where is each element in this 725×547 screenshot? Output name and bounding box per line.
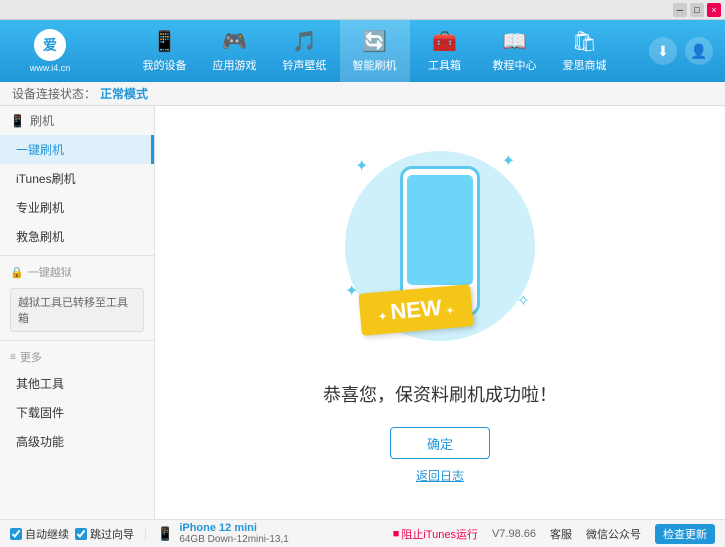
confirm-button[interactable]: 确定	[390, 427, 490, 459]
skip-wizard-label: 跳过向导	[90, 526, 134, 542]
download-fw-label: 下载固件	[16, 406, 64, 420]
nav-toolbox-label: 工具箱	[428, 57, 461, 73]
ringtone-icon: 🎵	[292, 29, 317, 54]
version-text: V7.98.66	[492, 528, 536, 540]
skip-wizard-checkbox-label[interactable]: 跳过向导	[75, 526, 134, 542]
stop-itunes-icon: ■	[393, 528, 400, 540]
stop-itunes-label: 阻止iTunes运行	[401, 526, 478, 542]
more-label: 更多	[20, 349, 42, 365]
advanced-label: 高级功能	[16, 435, 64, 449]
nav-ringtone[interactable]: 🎵 铃声壁纸	[270, 20, 340, 82]
sparkle-3: ✦	[345, 281, 358, 301]
main-layout: 📱 刷机 一键刷机 iTunes刷机 专业刷机 救急刷机 🔒 一键越狱 越狱工具…	[0, 106, 725, 519]
logo-url: www.i4.cn	[30, 63, 71, 73]
device-model: Down-12mini-13,1	[208, 534, 289, 545]
content-area: ✦ ✦ ✦ ✧ NEW 恭喜您，保资料刷机成功啦！ 确定 返回日志	[155, 106, 725, 519]
jailbreak-notice: 越狱工具已转移至工具箱	[10, 288, 144, 332]
download-button[interactable]: ⬇	[649, 37, 677, 65]
tutorial-icon: 📖	[502, 29, 527, 54]
minimize-button[interactable]: ─	[673, 3, 687, 17]
sidebar-item-itunes-flash[interactable]: iTunes刷机	[0, 164, 154, 193]
sparkle-2: ✦	[502, 151, 515, 171]
phone-icon-bottom: 📱	[157, 526, 173, 542]
sidebar-item-download-fw[interactable]: 下载固件	[0, 398, 154, 427]
nav-app-game[interactable]: 🎮 应用游戏	[200, 20, 270, 82]
shop-icon: 🛍	[572, 29, 597, 54]
bottom-left: 自动继续 跳过向导 | 📱 iPhone 12 mini 64GB Down-1…	[10, 522, 385, 545]
nav-my-device[interactable]: 📱 我的设备	[130, 20, 200, 82]
sidebar-divider-2	[0, 340, 154, 341]
bottom-bar: 自动继续 跳过向导 | 📱 iPhone 12 mini 64GB Down-1…	[0, 519, 725, 547]
update-button[interactable]: 检查更新	[655, 524, 715, 544]
other-tools-label: 其他工具	[16, 377, 64, 391]
sidebar: 📱 刷机 一键刷机 iTunes刷机 专业刷机 救急刷机 🔒 一键越狱 越狱工具…	[0, 106, 155, 519]
sidebar-item-save-flash[interactable]: 救急刷机	[0, 222, 154, 251]
save-flash-label: 救急刷机	[16, 230, 64, 244]
logo-icon: 爱	[34, 29, 66, 61]
pro-flash-label: 专业刷机	[16, 201, 64, 215]
service-link[interactable]: 客服	[550, 526, 572, 542]
title-bar: ─ □ ×	[0, 0, 725, 20]
more-section-icon: ≡	[10, 352, 16, 363]
confirm-button-label: 确定	[427, 434, 453, 453]
maximize-button[interactable]: □	[690, 3, 704, 17]
stop-itunes-button[interactable]: ■ 阻止iTunes运行	[393, 526, 478, 542]
my-device-icon: 📱	[152, 29, 177, 54]
jailbreak-notice-text: 越狱工具已转移至工具箱	[18, 294, 136, 326]
sidebar-item-other-tools[interactable]: 其他工具	[0, 369, 154, 398]
bottom-right: ■ 阻止iTunes运行 V7.98.66 客服 微信公众号 检查更新	[393, 524, 715, 544]
nav-ringtone-label: 铃声壁纸	[283, 57, 327, 73]
nav-app-game-label: 应用游戏	[213, 57, 257, 73]
jailbreak-label: 🔒 一键越狱	[0, 260, 154, 284]
sparkle-4: ✧	[517, 291, 530, 311]
sidebar-flash-section: 📱 刷机	[0, 106, 154, 135]
device-name: iPhone 12 mini	[179, 522, 289, 534]
itunes-flash-label: iTunes刷机	[16, 172, 76, 186]
smart-shop-icon: 🔄	[362, 29, 387, 54]
success-text: 恭喜您，保资料刷机成功啦！	[323, 381, 557, 407]
auto-advance-label: 自动继续	[25, 526, 69, 542]
one-click-flash-label: 一键刷机	[16, 143, 64, 157]
flash-section-label: 刷机	[30, 112, 54, 129]
flash-section-icon: 📱	[10, 114, 25, 128]
skip-wizard-checkbox[interactable]	[75, 528, 87, 540]
nav-toolbox[interactable]: 🧰 工具箱	[410, 20, 480, 82]
status-label: 设备连接状态：	[12, 85, 96, 102]
wechat-link[interactable]: 微信公众号	[586, 526, 641, 542]
lock-icon: 🔒	[10, 266, 24, 279]
back-to-log-link[interactable]: 返回日志	[416, 467, 464, 484]
sidebar-item-one-click-flash[interactable]: 一键刷机	[0, 135, 154, 164]
nav-shop[interactable]: 🛍 爱思商城	[550, 20, 620, 82]
sparkle-1: ✦	[355, 156, 368, 176]
sidebar-item-pro-flash[interactable]: 专业刷机	[0, 193, 154, 222]
phone-screen	[407, 175, 473, 285]
phone-illustration: ✦ ✦ ✦ ✧ NEW	[340, 141, 540, 361]
nav-tutorial[interactable]: 📖 教程中心	[480, 20, 550, 82]
close-button[interactable]: ×	[707, 3, 721, 17]
nav-my-device-label: 我的设备	[143, 57, 187, 73]
auto-advance-checkbox-label[interactable]: 自动继续	[10, 526, 69, 542]
nav-items: 📱 我的设备 🎮 应用游戏 🎵 铃声壁纸 🔄 智能刷机 🧰 工具箱 📖 教程中心…	[100, 20, 649, 82]
user-button[interactable]: 👤	[685, 37, 713, 65]
more-section-label: ≡ 更多	[0, 345, 154, 369]
device-storage: 64GB	[179, 534, 205, 545]
nav-smart-shop-label: 智能刷机	[353, 57, 397, 73]
status-bar: 设备连接状态： 正常模式	[0, 82, 725, 106]
header: 爱 www.i4.cn 📱 我的设备 🎮 应用游戏 🎵 铃声壁纸 🔄 智能刷机 …	[0, 20, 725, 82]
device-info-area: iPhone 12 mini 64GB Down-12mini-13,1	[179, 522, 289, 545]
logo-area: 爱 www.i4.cn	[0, 29, 100, 73]
toolbox-icon: 🧰	[432, 29, 457, 54]
nav-right: ⬇ 👤	[649, 37, 725, 65]
nav-smart-shop[interactable]: 🔄 智能刷机	[340, 20, 410, 82]
status-value: 正常模式	[100, 85, 148, 102]
nav-tutorial-label: 教程中心	[493, 57, 537, 73]
app-game-icon: 🎮	[222, 29, 247, 54]
auto-advance-checkbox[interactable]	[10, 528, 22, 540]
sidebar-item-advanced[interactable]: 高级功能	[0, 427, 154, 456]
sidebar-divider-1	[0, 255, 154, 256]
nav-shop-label: 爱思商城	[563, 57, 607, 73]
